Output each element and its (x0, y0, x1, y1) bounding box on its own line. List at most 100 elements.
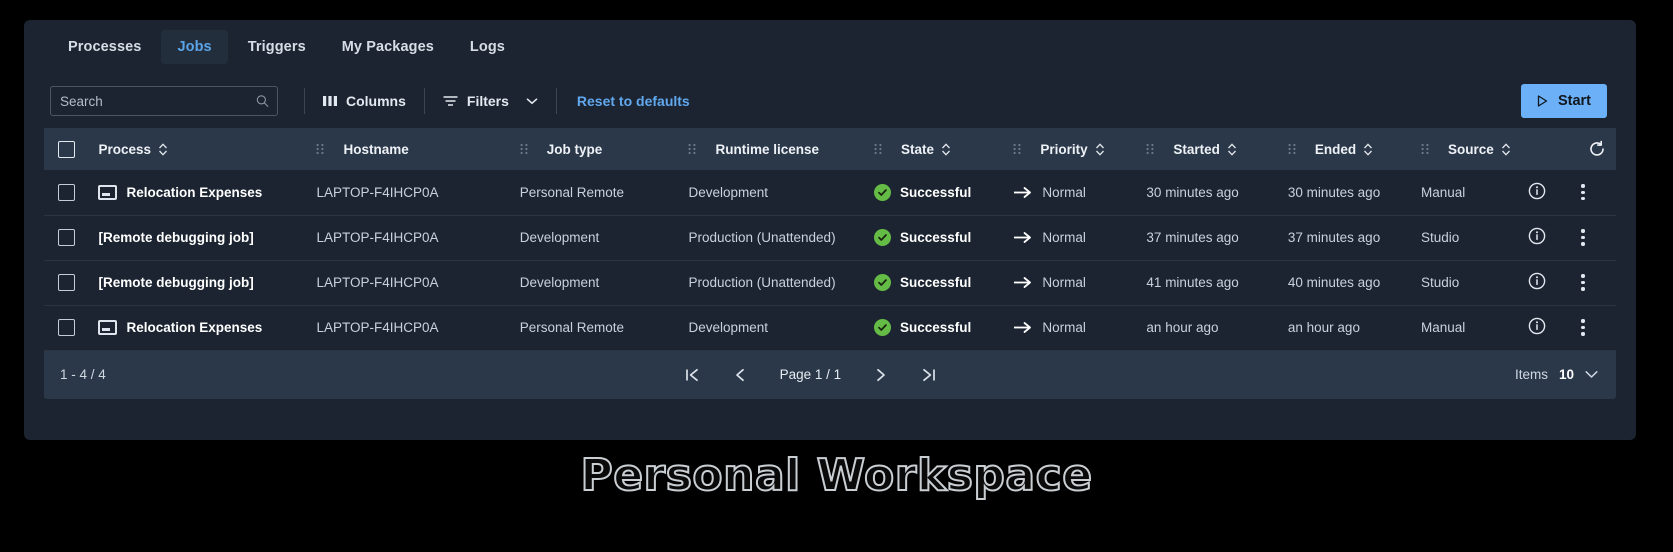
refresh-icon[interactable] (1588, 140, 1606, 158)
table-row[interactable]: Relocation Expenses LAPTOP-F4IHCP0A Pers… (44, 305, 1616, 350)
columns-button[interactable]: Columns (305, 85, 424, 117)
info-icon[interactable] (1528, 227, 1546, 245)
search-box[interactable] (50, 86, 278, 116)
chevron-down-icon[interactable] (1585, 370, 1598, 379)
state-label: Successful (899, 320, 972, 335)
start-button[interactable]: Start (1521, 84, 1607, 118)
table-row[interactable]: [Remote debugging job] LAPTOP-F4IHCP0A D… (44, 260, 1616, 305)
info-icon[interactable] (1528, 272, 1546, 290)
column-header-started[interactable]: Started (1146, 128, 1287, 170)
source-header-label: Source (1447, 141, 1494, 157)
process-name: [Remote debugging job] (98, 230, 254, 245)
cell-runtime-license: Production (Unattended) (688, 275, 836, 290)
cell-priority: Normal (1013, 215, 1146, 260)
column-header-source[interactable]: Source (1421, 128, 1528, 170)
priority-label: Normal (1042, 184, 1086, 200)
workspace-caption: Personal Workspace (579, 449, 1093, 502)
previous-page-button[interactable] (734, 367, 746, 383)
cell-hostname: LAPTOP-F4IHCP0A (316, 184, 439, 200)
search-input[interactable] (51, 87, 277, 115)
tab-bar: Processes Jobs Triggers My Packages Logs (24, 20, 1636, 74)
column-resize-handle[interactable] (1421, 142, 1429, 156)
sort-icon[interactable] (941, 142, 951, 156)
sort-icon[interactable] (1363, 142, 1373, 156)
row-select-cell (44, 215, 98, 260)
cell-priority: Normal (1013, 305, 1146, 350)
table-row[interactable]: [Remote debugging job] LAPTOP-F4IHCP0A D… (44, 215, 1616, 260)
success-check-icon (873, 319, 891, 336)
tab-my-packages[interactable]: My Packages (326, 30, 450, 64)
cell-info (1528, 305, 1574, 350)
column-resize-handle[interactable] (316, 142, 324, 156)
row-checkbox[interactable] (58, 183, 75, 201)
row-checkbox[interactable] (58, 319, 75, 336)
runtime-license-header-label: Runtime license (715, 141, 819, 157)
row-more-menu-icon[interactable] (1574, 319, 1592, 337)
job-type-header-label: Job type (546, 141, 603, 157)
column-resize-handle[interactable] (1288, 142, 1296, 156)
sort-icon[interactable] (1227, 142, 1237, 156)
search-icon (256, 95, 269, 108)
column-header-job-type[interactable]: Job type (520, 128, 689, 170)
refresh-header-cell (1528, 128, 1616, 170)
last-page-button[interactable] (921, 367, 936, 383)
cell-job-type: Development (519, 230, 600, 245)
table-row[interactable]: Relocation Expenses LAPTOP-F4IHCP0A Pers… (44, 170, 1616, 215)
cell-job-type: Personal Remote (519, 320, 625, 335)
cell-runtime-license: Production (Unattended) (688, 230, 836, 245)
columns-icon (323, 96, 337, 106)
cell-runtime-license: Development (688, 320, 769, 335)
column-resize-handle[interactable] (520, 142, 528, 156)
reset-to-defaults-link[interactable]: Reset to defaults (557, 85, 710, 117)
cell-menu (1574, 215, 1616, 260)
process-name: Relocation Expenses (126, 320, 263, 335)
first-page-button[interactable] (685, 367, 700, 383)
cell-hostname: LAPTOP-F4IHCP0A (316, 230, 439, 245)
column-header-priority[interactable]: Priority (1013, 128, 1146, 170)
column-resize-handle[interactable] (874, 142, 882, 156)
column-header-ended[interactable]: Ended (1288, 128, 1421, 170)
sort-icon[interactable] (1501, 142, 1511, 156)
filters-button[interactable]: Filters (425, 85, 556, 117)
jobs-table-wrap: Process Hostname Job type Runtime licens… (24, 128, 1636, 351)
column-resize-handle[interactable] (1013, 142, 1021, 156)
tab-jobs[interactable]: Jobs (161, 30, 228, 64)
cell-started: 41 minutes ago (1146, 275, 1239, 290)
cell-info (1528, 215, 1574, 260)
column-header-hostname[interactable]: Hostname (316, 128, 519, 170)
column-header-runtime-license[interactable]: Runtime license (688, 128, 873, 170)
row-checkbox[interactable] (58, 229, 75, 246)
info-icon[interactable] (1528, 317, 1546, 335)
row-more-menu-icon[interactable] (1574, 274, 1592, 292)
column-resize-handle[interactable] (1146, 142, 1154, 156)
cell-ended: 37 minutes ago (1287, 230, 1381, 245)
info-icon[interactable] (1528, 182, 1546, 200)
priority-label: Normal (1042, 230, 1086, 245)
process-monitor-icon (98, 320, 118, 335)
tab-logs[interactable]: Logs (454, 30, 521, 64)
cell-ended: 40 minutes ago (1287, 275, 1381, 290)
process-name: Relocation Expenses (126, 184, 263, 200)
select-all-checkbox[interactable] (58, 140, 75, 158)
tab-processes[interactable]: Processes (52, 30, 157, 64)
sort-icon[interactable] (1095, 142, 1105, 156)
sort-icon[interactable] (158, 142, 168, 156)
row-more-menu-icon[interactable] (1574, 183, 1592, 201)
next-page-button[interactable] (875, 367, 887, 383)
items-per-page[interactable]: Items 10 (1515, 367, 1598, 382)
row-more-menu-icon[interactable] (1574, 229, 1592, 247)
items-label: Items (1514, 367, 1548, 382)
process-header-label: Process (98, 141, 152, 157)
column-resize-handle[interactable] (688, 142, 696, 156)
success-check-icon (873, 274, 891, 291)
record-range-label: 1 - 4 / 4 (60, 367, 106, 382)
column-header-process[interactable]: Process (98, 128, 316, 170)
arrow-right-icon (1014, 186, 1032, 198)
row-checkbox[interactable] (58, 274, 75, 291)
table-header: Process Hostname Job type Runtime licens… (44, 128, 1616, 170)
cell-started: an hour ago (1146, 320, 1219, 335)
column-header-state[interactable]: State (874, 128, 1013, 170)
cell-info (1528, 260, 1574, 305)
tab-triggers[interactable]: Triggers (232, 30, 322, 64)
cell-ended: an hour ago (1287, 320, 1360, 335)
